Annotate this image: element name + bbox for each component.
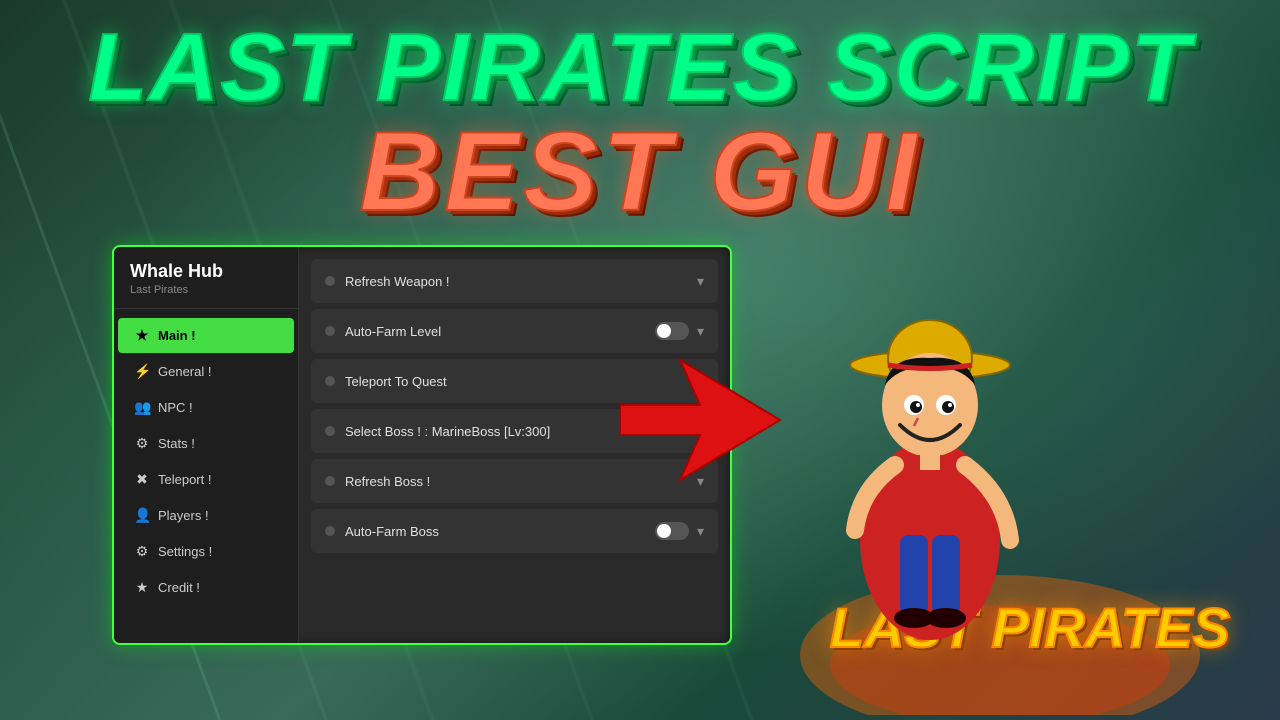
- sidebar-item-npc[interactable]: 👥 NPC !: [118, 390, 294, 425]
- sidebar-item-players[interactable]: 👤 Players !: [118, 498, 294, 533]
- sidebar-title: Whale Hub: [130, 261, 282, 282]
- feature-left-auto-farm-boss: Auto-Farm Boss: [325, 524, 439, 539]
- nav-label-main: Main !: [158, 328, 196, 343]
- main-title: LAST PIRATES SCRIPT BEST GUI: [0, 20, 1280, 228]
- nav-label-general: General !: [158, 364, 211, 379]
- sidebar-item-settings[interactable]: ⚙ Settings !: [118, 534, 294, 569]
- nav-icon-stats: ⚙: [134, 435, 150, 452]
- feature-name-refresh-weapon: Refresh Weapon !: [345, 274, 450, 289]
- red-arrow: [620, 350, 800, 490]
- feature-dot-refresh-boss: [325, 476, 335, 486]
- chevron-refresh-weapon[interactable]: ▾: [697, 273, 704, 290]
- nav-icon-teleport: ✖: [134, 471, 150, 488]
- feature-dot-teleport-quest: [325, 376, 335, 386]
- toggle-auto-farm-boss[interactable]: [655, 522, 689, 540]
- nav-label-players: Players !: [158, 508, 209, 523]
- nav-label-npc: NPC !: [158, 400, 193, 415]
- feature-left-refresh-boss: Refresh Boss !: [325, 474, 430, 489]
- chevron-auto-farm-boss[interactable]: ▾: [697, 523, 704, 540]
- feature-row-auto-farm-boss: Auto-Farm Boss ▾: [311, 509, 718, 553]
- title-line1: LAST PIRATES SCRIPT: [0, 20, 1280, 116]
- feature-left-refresh-weapon: Refresh Weapon !: [325, 274, 450, 289]
- sidebar-nav: ★ Main ! ⚡ General ! 👥 NPC ! ⚙ Stats ! ✖…: [114, 309, 298, 643]
- feature-dot-refresh-weapon: [325, 276, 335, 286]
- feature-right-auto-farm-level: ▾: [655, 322, 704, 340]
- sidebar-item-stats[interactable]: ⚙ Stats !: [118, 426, 294, 461]
- feature-left-auto-farm-level: Auto-Farm Level: [325, 324, 441, 339]
- nav-icon-players: 👤: [134, 507, 150, 524]
- feature-name-select-boss: Select Boss ! : MarineBoss [Lv:300]: [345, 424, 550, 439]
- red-arrow-container: [620, 350, 800, 495]
- sidebar-subtitle: Last Pirates: [130, 284, 282, 296]
- feature-left-teleport-quest: Teleport To Quest: [325, 374, 447, 389]
- nav-icon-settings: ⚙: [134, 543, 150, 560]
- nav-label-stats: Stats !: [158, 436, 195, 451]
- nav-icon-general: ⚡: [134, 363, 150, 380]
- sidebar-item-teleport[interactable]: ✖ Teleport !: [118, 462, 294, 497]
- feature-right-auto-farm-boss: ▾: [655, 522, 704, 540]
- feature-name-refresh-boss: Refresh Boss !: [345, 474, 430, 489]
- sidebar: Whale Hub Last Pirates ★ Main ! ⚡ Genera…: [114, 247, 299, 643]
- chevron-auto-farm-level[interactable]: ▾: [697, 323, 704, 340]
- sidebar-item-general[interactable]: ⚡ General !: [118, 354, 294, 389]
- nav-label-teleport: Teleport !: [158, 472, 211, 487]
- feature-dot-auto-farm-level: [325, 326, 335, 336]
- nav-icon-credit: ★: [134, 579, 150, 596]
- feature-dot-auto-farm-boss: [325, 526, 335, 536]
- feature-dot-select-boss: [325, 426, 335, 436]
- feature-name-teleport-quest: Teleport To Quest: [345, 374, 447, 389]
- feature-name-auto-farm-boss: Auto-Farm Boss: [345, 524, 439, 539]
- nav-icon-npc: 👥: [134, 399, 150, 416]
- feature-left-select-boss: Select Boss ! : MarineBoss [Lv:300]: [325, 424, 550, 439]
- feature-row-refresh-weapon: Refresh Weapon ! ▾: [311, 259, 718, 303]
- feature-name-auto-farm-level: Auto-Farm Level: [345, 324, 441, 339]
- nav-label-settings: Settings !: [158, 544, 212, 559]
- sidebar-item-credit[interactable]: ★ Credit !: [118, 570, 294, 605]
- feature-row-auto-farm-level: Auto-Farm Level ▾: [311, 309, 718, 353]
- toggle-auto-farm-level[interactable]: [655, 322, 689, 340]
- nav-label-credit: Credit !: [158, 580, 200, 595]
- sidebar-header: Whale Hub Last Pirates: [114, 247, 298, 309]
- feature-right-refresh-weapon: ▾: [697, 273, 704, 290]
- nav-icon-main: ★: [134, 327, 150, 344]
- sidebar-item-main[interactable]: ★ Main !: [118, 318, 294, 353]
